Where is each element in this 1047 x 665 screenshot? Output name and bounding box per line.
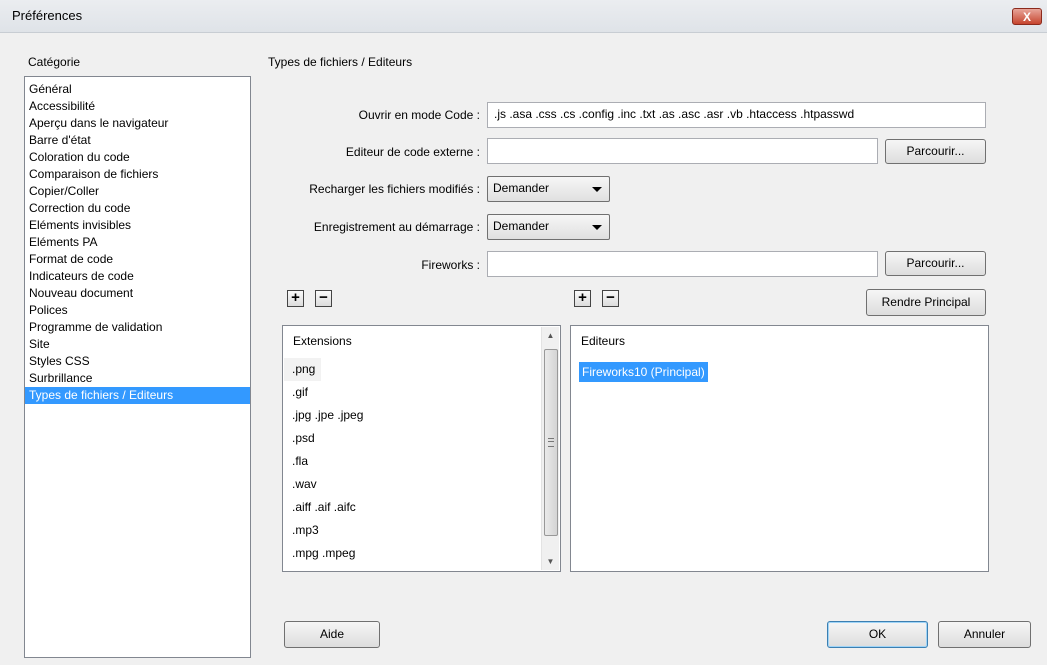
external-editor-field[interactable] (487, 138, 878, 164)
dialog-body: Catégorie Général Accessibilité Aperçu dan… (0, 33, 1047, 665)
extension-item[interactable]: .png (284, 358, 322, 381)
save-on-start-value: Demander (493, 219, 550, 233)
cancel-button[interactable]: Annuler (938, 621, 1031, 648)
extension-item[interactable]: .psd (284, 427, 541, 450)
reload-select[interactable]: Demander (487, 176, 610, 202)
category-item[interactable]: Barre d'état (25, 132, 250, 149)
window-title: Préférences (12, 8, 83, 23)
add-editor-button[interactable]: + (574, 290, 591, 307)
chevron-down-icon (592, 187, 602, 192)
category-item[interactable]: Coloration du code (25, 149, 250, 166)
extension-item[interactable]: .mpg .mpeg (284, 542, 541, 565)
scroll-down-icon[interactable]: ▼ (542, 553, 559, 570)
category-item[interactable]: Site (25, 336, 250, 353)
category-item[interactable]: Accessibilité (25, 98, 250, 115)
category-item[interactable]: Aperçu dans le navigateur (25, 115, 250, 132)
reload-label: Recharger les fichiers modifiés : (309, 182, 480, 196)
editor-item-primary[interactable]: Fireworks10 (Principal) (579, 362, 708, 382)
fireworks-label: Fireworks : (421, 258, 480, 272)
ok-button[interactable]: OK (827, 621, 928, 648)
make-primary-button[interactable]: Rendre Principal (866, 289, 986, 316)
reload-value: Demander (493, 181, 550, 195)
category-item[interactable]: Polices (25, 302, 250, 319)
category-item[interactable]: Correction du code (25, 200, 250, 217)
close-button[interactable]: X (1012, 8, 1042, 25)
help-button[interactable]: Aide (284, 621, 380, 648)
extensions-items: .png .gif .jpg .jpe .jpeg .psd .fla .wav .aiff… (284, 358, 541, 565)
scroll-up-icon[interactable]: ▲ (542, 327, 559, 344)
grip-icon (548, 438, 554, 447)
extensions-scrollbar[interactable]: ▲ ▼ (541, 327, 559, 570)
category-item[interactable]: Comparaison de fichiers (25, 166, 250, 183)
add-extension-button[interactable]: + (287, 290, 304, 307)
extension-item[interactable]: .fla (284, 450, 541, 473)
category-item[interactable]: Eléments invisibles (25, 217, 250, 234)
extension-item[interactable]: .jpg .jpe .jpeg (284, 404, 541, 427)
fireworks-field[interactable] (487, 251, 878, 277)
save-on-start-select[interactable]: Demander (487, 214, 610, 240)
external-editor-label: Editeur de code externe : (345, 145, 480, 159)
browse-editor-button[interactable]: Parcourir... (885, 139, 986, 164)
editors-list[interactable]: Editeurs Fireworks10 (Principal) (570, 325, 989, 572)
category-header: Catégorie (28, 55, 81, 69)
remove-extension-button[interactable]: − (315, 290, 332, 307)
category-item[interactable]: Copier/Coller (25, 183, 250, 200)
extension-item[interactable]: .aiff .aif .aifc (284, 496, 541, 519)
category-item[interactable]: Styles CSS (25, 353, 250, 370)
open-code-field[interactable]: .js .asa .css .cs .config .inc .txt .as … (487, 102, 986, 128)
close-icon: X (1022, 10, 1031, 24)
chevron-down-icon (592, 225, 602, 230)
extension-item[interactable]: .mp3 (284, 519, 541, 542)
title-bar: Préférences X (0, 0, 1047, 33)
remove-editor-button[interactable]: − (602, 290, 619, 307)
extension-item[interactable]: .wav (284, 473, 541, 496)
category-item[interactable]: Types de fichiers / Editeurs (25, 387, 250, 404)
browse-fireworks-button[interactable]: Parcourir... (885, 251, 986, 276)
category-item[interactable]: Indicateurs de code (25, 268, 250, 285)
save-on-start-label: Enregistrement au démarrage : (313, 220, 480, 234)
open-code-label: Ouvrir en mode Code : (358, 108, 480, 122)
extensions-header: Extensions (284, 327, 541, 355)
category-item[interactable]: Général (25, 81, 250, 98)
editors-header: Editeurs (572, 327, 987, 355)
category-item[interactable]: Surbrillance (25, 370, 250, 387)
category-item[interactable]: Programme de validation (25, 319, 250, 336)
category-item[interactable]: Format de code (25, 251, 250, 268)
category-item[interactable]: Eléments PA (25, 234, 250, 251)
category-list[interactable]: Général Accessibilité Aperçu dans le navig… (24, 76, 251, 658)
category-item[interactable]: Nouveau document (25, 285, 250, 302)
panel-title: Types de fichiers / Editeurs (268, 55, 413, 69)
scroll-thumb[interactable] (544, 349, 558, 536)
extension-item[interactable]: .gif (284, 381, 541, 404)
extensions-list[interactable]: Extensions .png .gif .jpg .jpe .jpeg .psd .f… (282, 325, 561, 572)
